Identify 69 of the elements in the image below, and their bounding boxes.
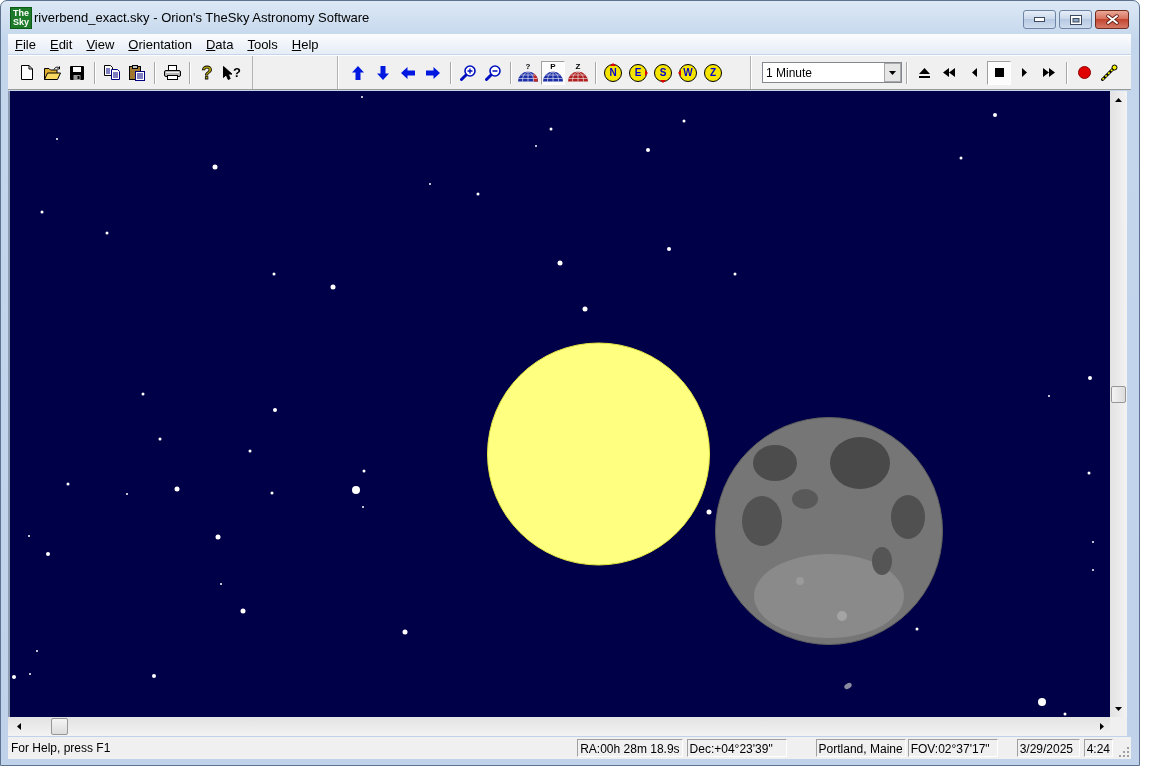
- arrow-right-icon: [426, 66, 440, 79]
- triangle-left-icon: [971, 68, 977, 77]
- menu-item[interactable]: File: [8, 34, 43, 54]
- rewind-icon: [943, 68, 955, 77]
- galaxy-icon: [844, 683, 852, 689]
- disc-icon: [678, 62, 698, 83]
- context-help-button[interactable]: ?: [220, 60, 244, 85]
- status-panel: Portland, Maine: [815, 739, 906, 757]
- compass-button[interactable]: Z: [701, 60, 725, 85]
- disc-icon: [603, 62, 623, 83]
- cursor-icon: [223, 65, 232, 80]
- page-icon: [21, 65, 33, 80]
- close-button[interactable]: [1095, 10, 1129, 29]
- status-panel: Dec:+04°23'39": [686, 739, 787, 757]
- app-logo: The Sky: [10, 6, 32, 29]
- arrow-up-icon: [352, 65, 364, 80]
- copy-icon: [104, 65, 120, 80]
- status-panel: 4:24: [1083, 739, 1113, 757]
- status-panel: FOV:02°37'17": [907, 739, 998, 757]
- disc-icon: [653, 62, 673, 83]
- menu-item[interactable]: Orientation: [121, 34, 199, 54]
- dotted-wand-icon: [1100, 64, 1118, 81]
- dome-button[interactable]: ?: [516, 60, 540, 85]
- dome-button[interactable]: P: [541, 60, 565, 85]
- caret-right-icon: [1099, 723, 1104, 730]
- horizontal-scrollbar[interactable]: [8, 717, 1110, 736]
- scrollbar-thumb[interactable]: [1111, 385, 1126, 403]
- clipboard-icon: [129, 64, 145, 81]
- stop-button[interactable]: [987, 60, 1011, 85]
- menu-item[interactable]: Edit: [42, 34, 80, 54]
- vertical-scrollbar[interactable]: [1110, 91, 1127, 717]
- menu-item[interactable]: View: [79, 34, 122, 54]
- stop-icon: [994, 68, 1004, 77]
- disc-icon: [703, 62, 723, 83]
- compass-button[interactable]: W: [676, 60, 700, 85]
- caret-down-icon: [884, 63, 901, 82]
- caret-down-icon: [1115, 706, 1122, 711]
- disc-icon: [628, 62, 648, 83]
- printer-icon: [163, 65, 181, 80]
- maximize-button[interactable]: [1059, 10, 1092, 29]
- menu-item[interactable]: Help: [284, 34, 326, 54]
- minimize-button[interactable]: [1023, 10, 1056, 29]
- status-message: For Help, press F1: [11, 741, 111, 755]
- close-icon: [1105, 14, 1119, 25]
- zoom-in-icon: [460, 64, 476, 81]
- caret-left-icon: [16, 723, 21, 730]
- arrow-down-icon: [377, 65, 389, 80]
- arrow-left-icon: [401, 66, 415, 79]
- eject-icon: [918, 67, 930, 78]
- window-title: riverbend_exact.sky - Orion's TheSky Astronomy Software: [34, 10, 370, 25]
- compass-button[interactable]: E: [626, 60, 650, 85]
- play-icon: [1021, 68, 1027, 77]
- fast-forward-icon: [1043, 68, 1055, 77]
- interval-dropdown[interactable]: 1 Minute: [762, 62, 902, 83]
- dome-button[interactable]: Z: [566, 60, 590, 85]
- minimize-icon: [1034, 17, 1045, 22]
- status-panel: RA:00h 28m 18.9s: [577, 739, 683, 757]
- menu-item[interactable]: Tools: [240, 34, 285, 54]
- resize-grip-icon[interactable]: [1117, 745, 1129, 757]
- compass-button[interactable]: S: [651, 60, 675, 85]
- menu-item[interactable]: Data: [198, 34, 241, 54]
- zoom-out-icon: [485, 64, 501, 81]
- folder-icon: [43, 65, 61, 80]
- maximize-icon: [1069, 14, 1082, 25]
- status-panel: 3/29/2025: [1016, 739, 1080, 757]
- record-icon: [1077, 66, 1091, 79]
- compass-button[interactable]: N: [601, 60, 625, 85]
- scrollbar-thumb[interactable]: [51, 718, 68, 735]
- caret-up-icon: [1115, 97, 1122, 102]
